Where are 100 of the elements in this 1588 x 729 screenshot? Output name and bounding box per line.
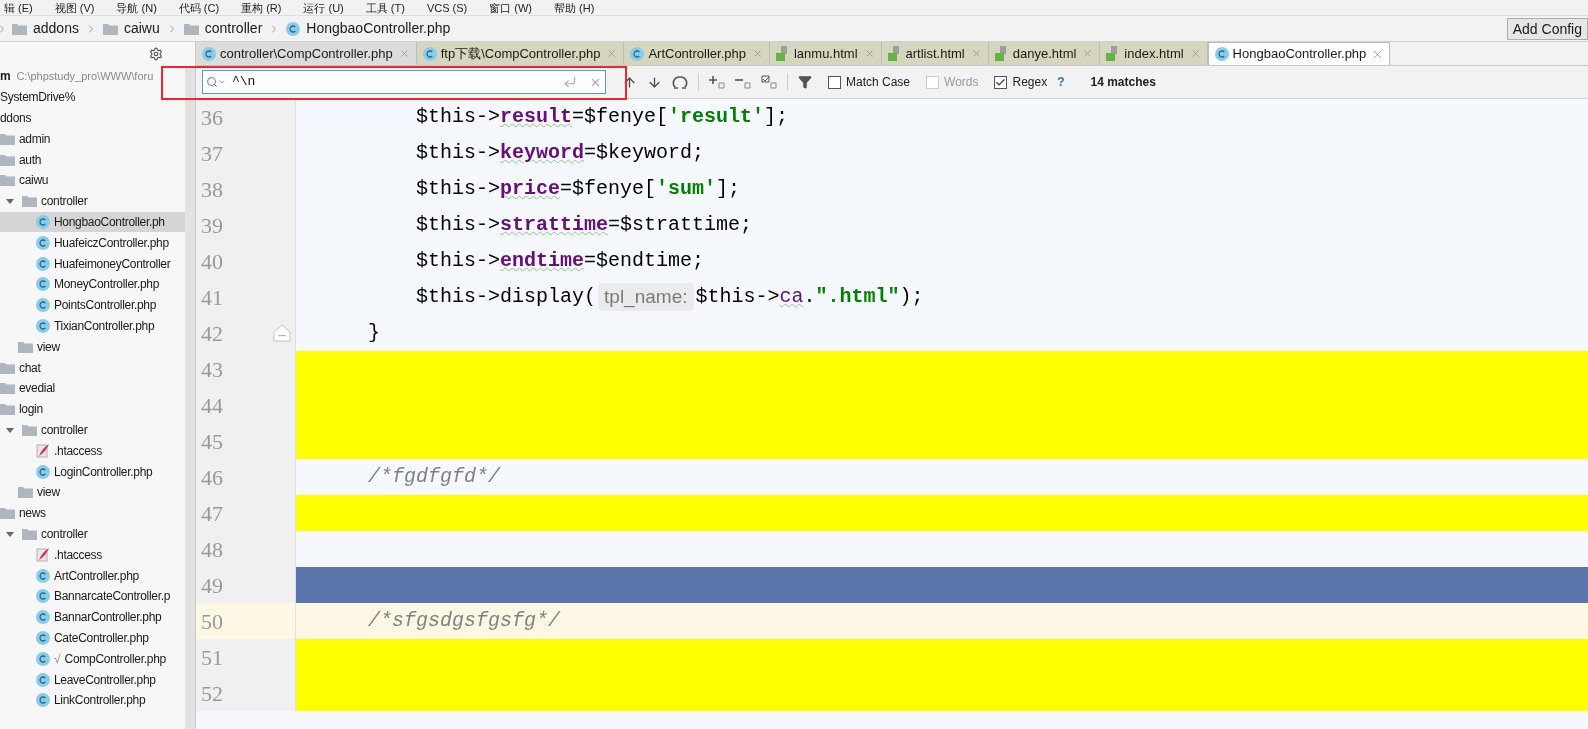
tree-item[interactable]: caiwu bbox=[0, 170, 185, 191]
close-icon[interactable] bbox=[970, 48, 982, 59]
tree-item[interactable]: TixianController.php bbox=[0, 315, 185, 337]
tree-label: LinkController.php bbox=[54, 692, 146, 710]
close-icon[interactable] bbox=[1189, 48, 1201, 59]
tree-item[interactable]: BannarController.php bbox=[0, 606, 185, 628]
expand-arrow-icon[interactable] bbox=[6, 529, 14, 538]
close-icon[interactable] bbox=[751, 48, 763, 59]
settings-icon[interactable] bbox=[149, 47, 163, 61]
code-text: =$fenye[ bbox=[560, 176, 657, 202]
select-all-occurrences-icon[interactable] bbox=[761, 75, 777, 89]
tree-item[interactable]: news bbox=[0, 502, 185, 524]
checkbox[interactable] bbox=[828, 75, 841, 89]
tree-item[interactable]: auth bbox=[0, 149, 185, 170]
menu-item[interactable]: 重构 (R) bbox=[241, 0, 282, 15]
add-occurrence-icon[interactable] bbox=[709, 75, 725, 89]
tree-item[interactable]: controller bbox=[0, 190, 185, 212]
search-icon[interactable] bbox=[206, 76, 226, 88]
tree-item[interactable]: LinkController.php bbox=[0, 689, 185, 711]
editor-tab[interactable]: index.html bbox=[1100, 42, 1208, 65]
menu-item[interactable]: VCS (S) bbox=[426, 0, 468, 15]
menu-item[interactable]: 帮助 (H) bbox=[554, 0, 595, 15]
checkbox-label[interactable]: Match Case bbox=[846, 73, 911, 91]
tree-item[interactable]: view bbox=[0, 481, 185, 503]
class-file-icon bbox=[36, 256, 50, 271]
tree-item[interactable]: BannarcateController.p bbox=[0, 585, 185, 607]
scrollbar[interactable] bbox=[185, 66, 195, 729]
previous-occurrence-icon[interactable] bbox=[622, 74, 637, 90]
tree-label: auth bbox=[19, 151, 42, 169]
tree-item[interactable]: view bbox=[0, 336, 185, 358]
code-text: $this-> bbox=[415, 176, 501, 202]
editor-tab[interactable]: ftp下载\CompController.php bbox=[416, 42, 625, 65]
tree-item[interactable]: SystemDrive% bbox=[0, 86, 185, 108]
tree-item[interactable]: CateController.php bbox=[0, 627, 185, 649]
expand-arrow-icon[interactable] bbox=[6, 425, 14, 434]
close-icon[interactable] bbox=[1372, 48, 1384, 60]
editor-tab[interactable]: HongbaoController.php bbox=[1207, 42, 1391, 65]
search-field[interactable]: ^\n bbox=[202, 70, 606, 94]
code-text: =$endtime; bbox=[584, 248, 705, 274]
help-link[interactable]: ? bbox=[1057, 73, 1065, 91]
editor-tab[interactable]: artlist.html bbox=[881, 42, 989, 65]
breadcrumb-item[interactable]: HongbaoController.php bbox=[282, 18, 455, 39]
tree-item[interactable]: ArtController.php bbox=[0, 565, 185, 586]
tree-item[interactable]: MoneyController.php bbox=[0, 273, 185, 295]
tree-item[interactable]: .htaccess bbox=[0, 440, 185, 462]
tree-label: ddons bbox=[0, 110, 32, 127]
tree-item[interactable]: √ CompController.php bbox=[0, 648, 185, 670]
tree-item[interactable]: chat bbox=[0, 357, 185, 378]
fold-marker-icon[interactable] bbox=[273, 324, 291, 342]
checkbox-label[interactable]: Regex bbox=[1012, 73, 1048, 91]
editor-tab[interactable]: controller\CompController.php bbox=[196, 42, 417, 65]
tree-item[interactable]: HuafeiczController.php bbox=[0, 232, 185, 254]
expand-arrow-icon[interactable] bbox=[6, 197, 14, 206]
tree-item[interactable]: PointsController.php bbox=[0, 294, 185, 316]
breadcrumb-item[interactable]: caiwu bbox=[98, 18, 164, 39]
code-property: keyword bbox=[500, 140, 585, 166]
menu-item[interactable]: 窗口 (W) bbox=[489, 0, 532, 15]
editor-tab[interactable]: lanmu.html bbox=[769, 42, 882, 65]
folder-icon bbox=[22, 423, 37, 436]
checkbox[interactable] bbox=[994, 75, 1008, 89]
tab-label: ArtController.php bbox=[648, 44, 746, 63]
tree-label: TixianController.php bbox=[54, 317, 155, 335]
tree-item[interactable]: controller bbox=[0, 523, 185, 545]
menu-item[interactable]: 运行 (U) bbox=[303, 0, 344, 15]
tree-item[interactable]: admin bbox=[0, 128, 185, 150]
folder-icon bbox=[0, 403, 15, 416]
menu-item[interactable]: 导航 (N) bbox=[116, 0, 157, 15]
close-icon[interactable] bbox=[398, 48, 410, 59]
next-occurrence-icon[interactable] bbox=[647, 74, 662, 90]
breadcrumb-item[interactable]: addons bbox=[8, 18, 83, 39]
newline-icon[interactable] bbox=[563, 75, 577, 89]
tree-label: CateController.php bbox=[54, 629, 149, 647]
breadcrumb-item[interactable]: controller bbox=[179, 18, 267, 39]
menu-item[interactable]: 视图 (V) bbox=[54, 0, 95, 15]
tab-label: danye.html bbox=[1012, 44, 1077, 63]
tree-item[interactable]: LoginController.php bbox=[0, 461, 185, 482]
tree-item[interactable]: HuafeimoneyController bbox=[0, 253, 185, 274]
menu-item[interactable]: 代码 (C) bbox=[178, 0, 220, 15]
tree-item[interactable]: ddons bbox=[0, 107, 185, 129]
tree-item[interactable]: controller bbox=[0, 419, 185, 441]
tree-label: login bbox=[19, 401, 43, 419]
editor-tab[interactable]: danye.html bbox=[988, 42, 1101, 65]
tree-item[interactable]: evedial bbox=[0, 377, 185, 399]
tab-label: controller\CompController.php bbox=[220, 44, 393, 63]
close-icon[interactable] bbox=[606, 48, 618, 59]
tree-item[interactable]: .htaccess bbox=[0, 544, 185, 566]
close-icon[interactable] bbox=[1082, 48, 1094, 59]
tree-item[interactable]: HongbaoController.ph bbox=[0, 211, 185, 233]
editor-tab[interactable]: ArtController.php bbox=[624, 42, 770, 65]
close-icon[interactable] bbox=[863, 48, 875, 59]
tree-item[interactable]: LeaveController.php bbox=[0, 669, 185, 690]
menu-item[interactable]: 工具 (T) bbox=[365, 0, 405, 15]
menu-item[interactable]: 辑 (E) bbox=[4, 0, 33, 15]
filter-icon[interactable] bbox=[798, 75, 812, 89]
tree-item[interactable]: m C:\phpstudy_pro\WWW\foru bbox=[0, 66, 185, 87]
class-file-icon bbox=[36, 277, 50, 292]
code-text: ); bbox=[899, 284, 924, 310]
add-configuration-button[interactable]: Add Config bbox=[1506, 17, 1588, 40]
tree-item[interactable]: login bbox=[0, 398, 185, 420]
find-all-icon[interactable] bbox=[672, 74, 688, 90]
